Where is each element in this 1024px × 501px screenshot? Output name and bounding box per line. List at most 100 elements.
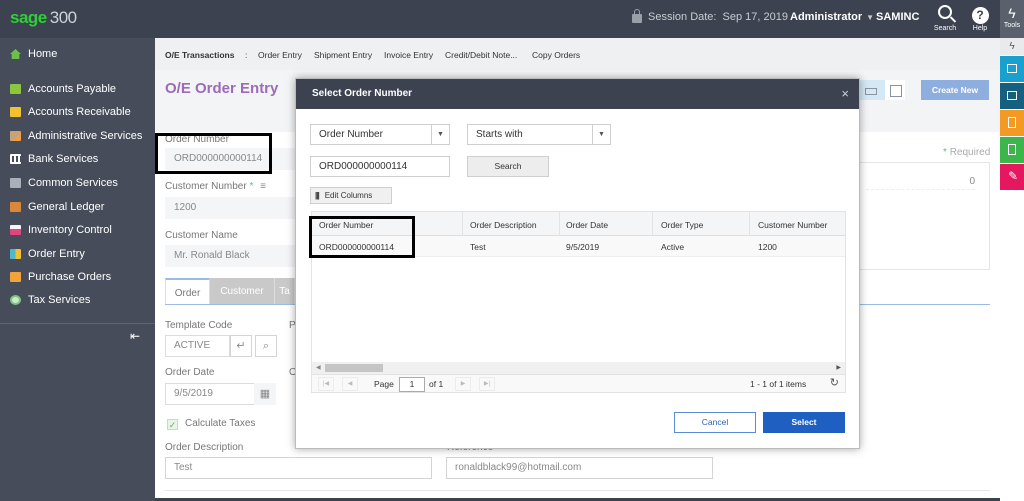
next-page-icon[interactable]: ▶ [455, 377, 471, 391]
breadcrumb-copy-orders[interactable]: Copy Orders [532, 50, 580, 60]
sidebar-item-general-ledger[interactable]: General Ledger [10, 201, 104, 213]
modal-title: Select Order Number [312, 88, 413, 99]
scroll-right-icon[interactable]: ▶ [836, 362, 841, 374]
order-number-field[interactable]: ORD000000000114 [165, 148, 300, 170]
breadcrumb-order-entry[interactable]: Order Entry [258, 50, 302, 60]
help-label: Help [972, 25, 988, 32]
tools-button[interactable]: ϟ Tools [1000, 0, 1024, 38]
tab-customer[interactable]: Customer [210, 278, 275, 305]
close-icon[interactable]: × [841, 86, 849, 101]
sidebar-item-accounts-receivable[interactable]: Accounts Receivable [10, 106, 131, 118]
filter-field-select[interactable]: Order Number ▼ [310, 124, 450, 145]
sidebar-item-label: Purchase Orders [28, 271, 112, 283]
customer-number-field[interactable]: 1200 [165, 197, 300, 219]
sidebar-item-accounts-payable[interactable]: Accounts Payable [10, 83, 116, 95]
help-button[interactable]: ? Help [964, 3, 996, 32]
breadcrumb-shipment-entry[interactable]: Shipment Entry [314, 50, 372, 60]
company-name[interactable]: SAMINC [876, 11, 919, 23]
tab-taxes[interactable]: Ta [275, 278, 295, 305]
table-row[interactable]: ORD000000000114 Test 9/5/2019 Active 120… [312, 236, 845, 257]
refresh-icon[interactable]: ↻ [830, 376, 839, 389]
column-header-order-date[interactable]: Order Date [566, 220, 608, 230]
edit-button[interactable]: ✎ [1000, 164, 1024, 190]
report-button[interactable] [1000, 110, 1024, 136]
general-ledger-icon [10, 202, 21, 212]
sidebar-item-order-entry[interactable]: Order Entry [10, 248, 85, 260]
column-separator [462, 212, 463, 236]
maximize-button[interactable] [885, 80, 905, 100]
enter-icon[interactable]: ↵ [230, 335, 252, 357]
cancel-button[interactable]: Cancel [674, 412, 756, 433]
collapse-sidebar-icon[interactable]: ⇤ [130, 329, 140, 343]
chevron-down-icon: ▼ [592, 125, 610, 144]
template-code-field[interactable]: ACTIVE [165, 335, 230, 357]
document-search-icon [1008, 144, 1016, 155]
search-button[interactable]: Search [467, 156, 549, 177]
section-divider [165, 490, 990, 491]
sidebar-item-common-services[interactable]: Common Services [10, 177, 118, 189]
history-button[interactable] [1000, 83, 1024, 109]
sidebar-item-administrative-services[interactable]: Administrative Services [10, 130, 142, 142]
column-header-order-description[interactable]: Order Description [470, 220, 537, 230]
user-menu[interactable]: Administrator ▼ [790, 11, 874, 23]
tools-label: Tools [1003, 22, 1021, 29]
select-button[interactable]: Select [763, 412, 845, 433]
column-header-order-type[interactable]: Order Type [661, 220, 703, 230]
breadcrumb-separator: : [245, 50, 248, 60]
caret-down-icon: ▼ [866, 13, 875, 22]
page-number-input[interactable]: 1 [399, 377, 425, 392]
column-header-customer-number[interactable]: Customer Number [758, 220, 827, 230]
help-icon: ? [971, 7, 989, 24]
accounts-payable-icon [10, 84, 21, 94]
sidebar-item-purchase-orders[interactable]: Purchase Orders [10, 271, 111, 283]
order-date-field[interactable]: 9/5/2019 [165, 383, 255, 405]
breadcrumb-section: O/E Transactions [165, 50, 235, 60]
sidebar-item-home[interactable]: Home [10, 48, 57, 60]
summary-panel: 0 [855, 162, 990, 270]
summary-value: 0 [969, 176, 975, 187]
cell-order-description: Test [470, 242, 486, 252]
pager: |◀ ◀ Page 1 of 1 ▶ ▶| 1 - 1 of 1 items ↻ [312, 374, 845, 392]
order-description-field[interactable]: Test [165, 457, 432, 479]
lightning-icon[interactable]: ϟ [1000, 38, 1024, 55]
calendar-icon[interactable]: ▦ [254, 383, 276, 405]
sidebar: Home Accounts Payable Accounts Receivabl… [0, 38, 155, 501]
breadcrumb-credit-debit-note[interactable]: Credit/Debit Note... [445, 50, 517, 60]
column-header-order-number[interactable]: Order Number [319, 220, 373, 230]
windows-button[interactable] [1000, 56, 1024, 82]
sidebar-item-label: Accounts Receivable [28, 106, 131, 118]
right-rail: ϟ ✎ [1000, 38, 1024, 501]
create-new-button[interactable]: Create New [921, 80, 989, 100]
horizontal-scrollbar[interactable]: ◀ ▶ [312, 362, 845, 374]
breadcrumb-invoice-entry[interactable]: Invoice Entry [384, 50, 433, 60]
list-icon[interactable]: ≡ [260, 181, 266, 192]
page-label: Page [374, 379, 394, 389]
sidebar-item-tax-services[interactable]: Tax Services [10, 294, 90, 306]
column-separator [652, 212, 653, 236]
session-date: Session Date: Sep 17, 2019 [632, 9, 788, 23]
first-page-icon[interactable]: |◀ [318, 377, 334, 391]
sidebar-item-bank-services[interactable]: Bank Services [10, 153, 98, 165]
sidebar-item-label: Administrative Services [28, 130, 143, 142]
scroll-left-icon[interactable]: ◀ [316, 362, 321, 374]
finder-search-icon[interactable]: ⌕ [255, 335, 277, 357]
scrollbar-thumb[interactable] [325, 364, 383, 372]
cell-order-number: ORD000000000114 [319, 242, 394, 252]
order-date-label: Order Date [165, 367, 215, 378]
filter-operator-select[interactable]: Starts with ▼ [467, 124, 611, 145]
search-button[interactable]: Search [929, 3, 961, 32]
previous-page-icon[interactable]: ◀ [342, 377, 358, 391]
sidebar-item-label: Inventory Control [28, 224, 112, 236]
edit-columns-button[interactable]: ||| Edit Columns [310, 187, 392, 204]
document-search-button[interactable] [1000, 137, 1024, 163]
session-label: Session Date: [648, 11, 717, 23]
sidebar-item-label: Tax Services [28, 294, 91, 306]
filter-value-input[interactable]: ORD000000000114 [310, 156, 450, 177]
customer-name-field[interactable]: Mr. Ronald Black [165, 245, 300, 267]
last-page-icon[interactable]: ▶| [479, 377, 495, 391]
inventory-control-icon [10, 225, 21, 235]
reference-field[interactable]: ronaldblack99@hotmail.com [446, 457, 713, 479]
tab-order[interactable]: Order [165, 278, 210, 305]
calculate-taxes-checkbox[interactable]: ✓ [167, 419, 178, 430]
sidebar-item-inventory-control[interactable]: Inventory Control [10, 224, 112, 236]
